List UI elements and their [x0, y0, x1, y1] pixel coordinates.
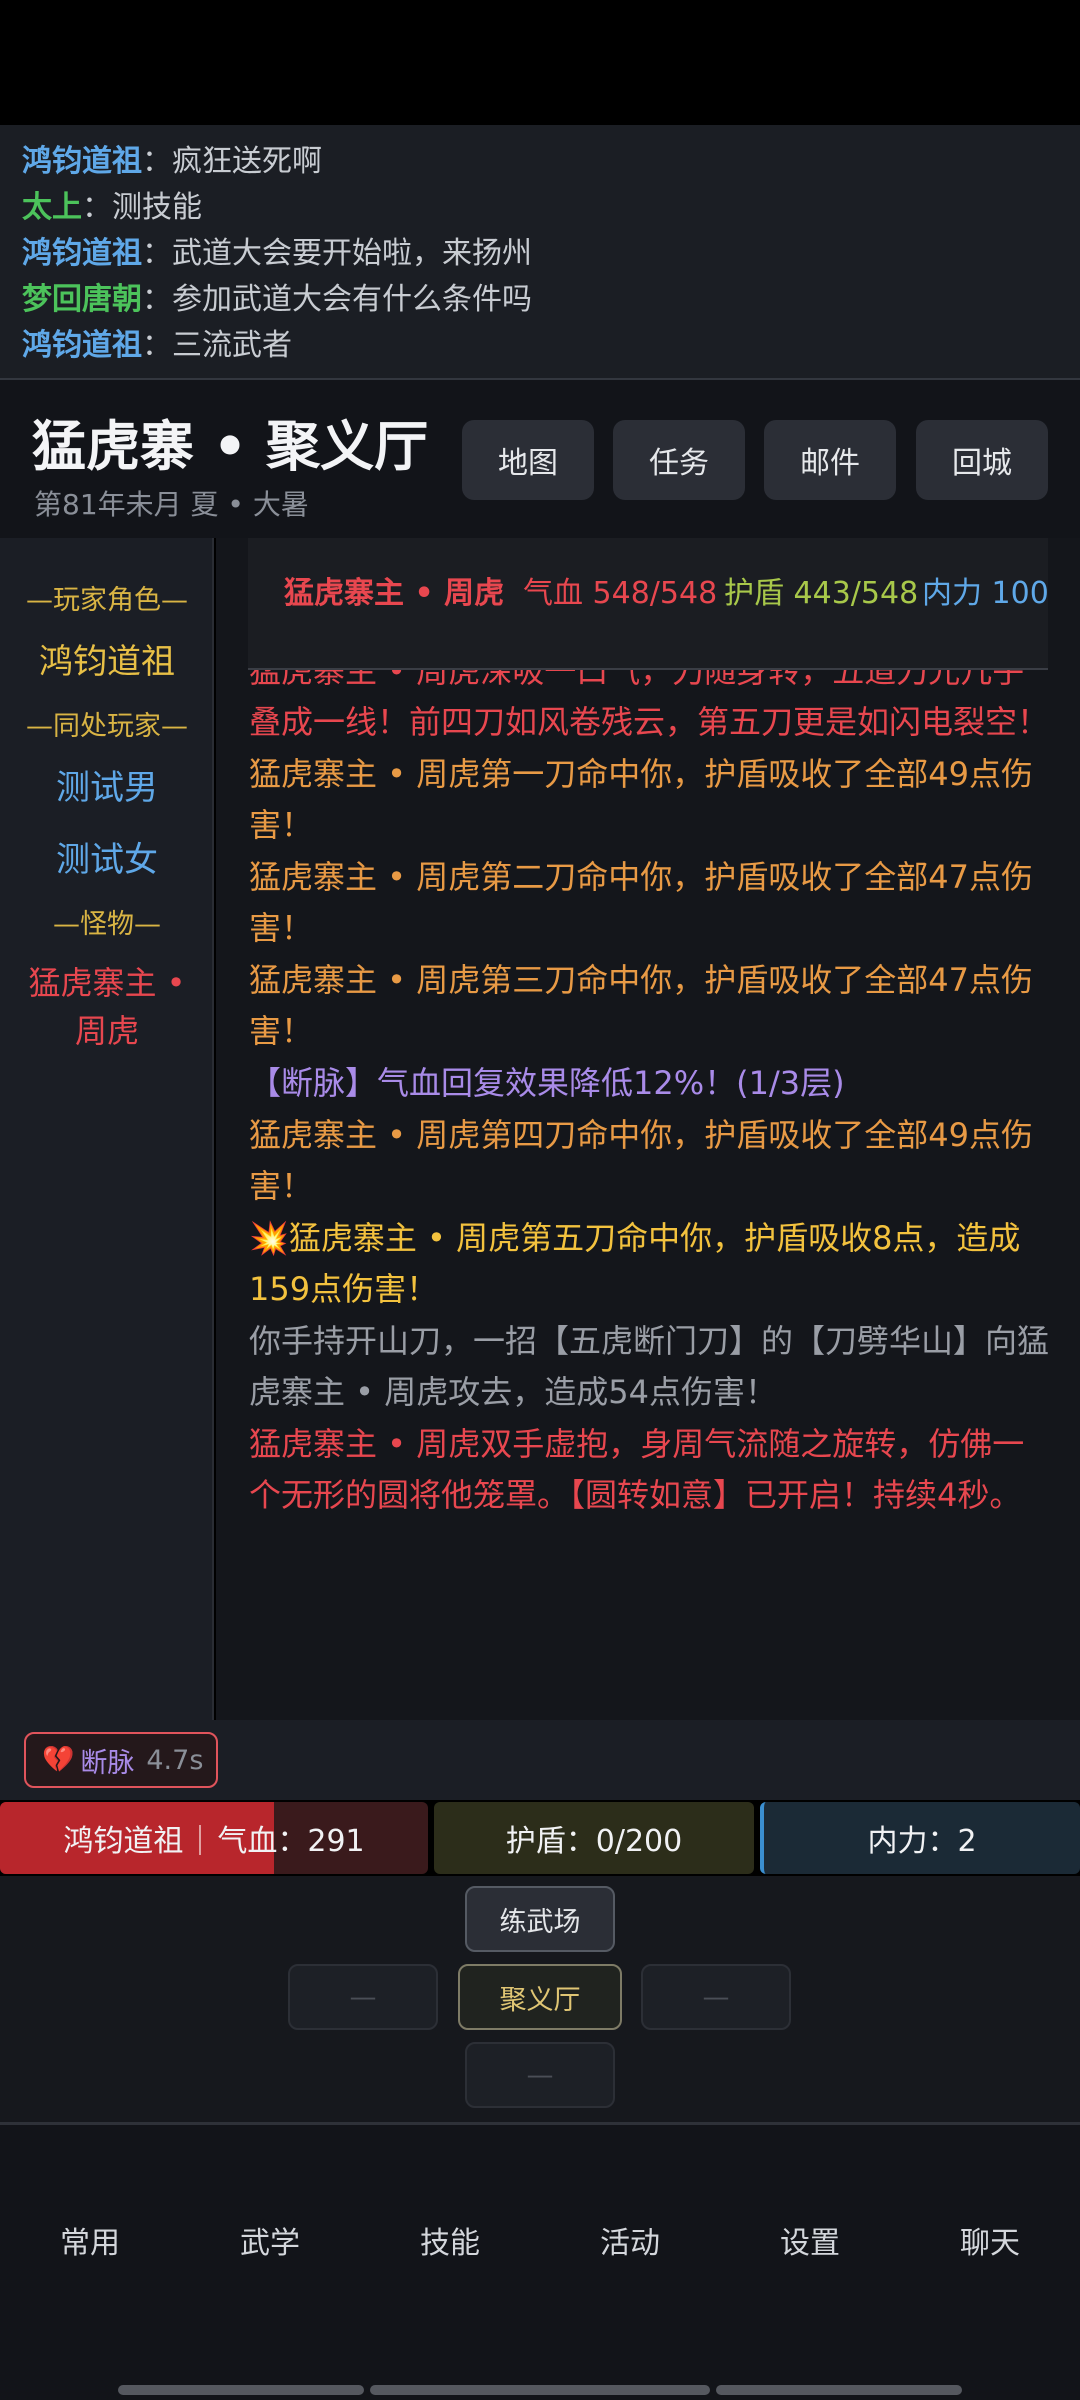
target-name: 猛虎寨主 • 周虎: [284, 576, 505, 611]
chat-sender[interactable]: 鸿钧道祖: [22, 328, 142, 363]
direction-pad: 练武场 — 聚义厅 — —: [0, 1876, 1080, 2122]
chat-panel[interactable]: 鸿钧道祖：疯狂送死啊 太上：测技能 鸿钧道祖：武道大会要开始啦，来扬州 梦回唐朝…: [0, 125, 1080, 378]
tab-chat[interactable]: 聊天: [900, 2218, 1080, 2262]
game-date: 第81年未月 夏 • 大暑: [34, 488, 309, 521]
player-shield: 护盾：0/200: [505, 1824, 683, 1859]
chat-separator: ：: [142, 236, 172, 271]
player-mp: 内力：2: [867, 1824, 977, 1859]
log-line: 猛虎寨主 • 周虎第四刀命中你，护盾吸收了全部49点伤害！: [249, 1116, 1033, 1205]
status-bar: [0, 0, 1080, 125]
target-hp: 气血 548/548: [523, 576, 718, 611]
tab-skills[interactable]: 技能: [360, 2218, 540, 2262]
player-mp-bar: 内力：2: [760, 1802, 1080, 1874]
map-button[interactable]: 地图: [462, 420, 594, 500]
chat-message: 梦回唐朝：参加武道大会有什么条件吗: [22, 277, 1058, 323]
tab-common[interactable]: 常用: [0, 2218, 180, 2262]
nearby-player[interactable]: 测试男: [0, 760, 214, 809]
log-line: 你手持开山刀，一招【五虎断门刀】的【刀劈华山】向猛虎寨主 • 周虎攻去，造成54…: [249, 1322, 1050, 1411]
exit-east-button: —: [641, 1964, 791, 2030]
scroll-indicator: [370, 2385, 710, 2395]
log-line: 💥猛虎寨主 • 周虎第五刀命中你，护盾吸收8点，造成159点伤害！: [249, 1219, 1021, 1308]
room-sidebar: —玩家角色— 鸿钧道祖 —同处玩家— 测试男 测试女 —怪物— 猛虎寨主 • 周…: [0, 538, 214, 1720]
exit-west-button: —: [288, 1964, 438, 2030]
chat-text: 三流武者: [172, 328, 292, 363]
chat-text: 测技能: [112, 190, 202, 225]
chat-text: 参加武道大会有什么条件吗: [172, 282, 532, 317]
scroll-indicator: [118, 2385, 364, 2395]
player-name[interactable]: 鸿钧道祖: [0, 634, 214, 683]
player-name-label: 鸿钧道祖: [63, 1824, 184, 1859]
chat-sender[interactable]: 太上: [22, 190, 82, 225]
debuff-name: 断脉: [80, 1747, 135, 1779]
chat-text: 武道大会要开始啦，来扬州: [172, 236, 532, 271]
monster-header: —怪物—: [53, 909, 161, 940]
player-shield-bar: 护盾：0/200: [434, 1802, 754, 1874]
log-line: 猛虎寨主 • 周虎第一刀命中你，护盾吸收了全部49点伤害！: [249, 755, 1033, 844]
log-line: 猛虎寨主 • 周虎第二刀命中你，护盾吸收了全部47点伤害！: [249, 858, 1033, 947]
bottom-tab-bar: 常用 武学 技能 活动 设置 聊天: [0, 2125, 1080, 2400]
log-line: 猛虎寨主 • 周虎双手虚抱，身周气流随之旋转，仿佛一个无形的圆将他笼罩。【圆转如…: [249, 1425, 1025, 1514]
target-mp: 内力 1000: [922, 576, 1048, 611]
exit-south-button: —: [465, 2042, 615, 2108]
chat-sender[interactable]: 梦回唐朝: [22, 282, 142, 317]
tab-martial-arts[interactable]: 武学: [180, 2218, 360, 2262]
nearby-players-header: —同处玩家—: [26, 711, 188, 742]
chat-separator: ：: [142, 282, 172, 317]
monster-name-line: 猛虎寨主 •: [28, 964, 186, 1002]
player-stats: 鸿钧道祖 气血：291 护盾：0/200 内力：2: [0, 1800, 1080, 1876]
mail-button[interactable]: 邮件: [764, 420, 896, 500]
player-hp-bar: 鸿钧道祖 气血：291: [0, 1802, 428, 1874]
quest-button[interactable]: 任务: [613, 420, 745, 500]
location-header: 猛虎寨 • 聚义厅 第81年未月 夏 • 大暑 地图 任务 邮件 回城: [0, 380, 1080, 538]
location-title: 猛虎寨 • 聚义厅: [32, 415, 429, 478]
combat-log-lines: 猛虎寨主 • 周虎深吸一口气，刀随身转，五道刀光几乎叠成一线！前四刀如风卷残云，…: [249, 646, 1049, 1522]
chat-message: 太上：测技能: [22, 185, 1058, 231]
chat-sender[interactable]: 鸿钧道祖: [22, 144, 142, 179]
target-status-bar[interactable]: 猛虎寨主 • 周虎 气血 548/548 护盾 443/548 内力 1000: [248, 538, 1048, 670]
debuff-badge[interactable]: 💔 断脉 4.7s: [24, 1732, 218, 1788]
log-line: 【断脉】气血回复效果降低12%！(1/3层): [249, 1064, 845, 1102]
nearby-player[interactable]: 测试女: [0, 832, 214, 881]
chat-message: 鸿钧道祖：武道大会要开始啦，来扬州: [22, 231, 1058, 277]
chat-message: 鸿钧道祖：三流武者: [22, 323, 1058, 369]
chat-message: 鸿钧道祖：疯狂送死啊: [22, 139, 1058, 185]
monster-name-line: 周虎: [74, 1012, 139, 1050]
tab-settings[interactable]: 设置: [720, 2218, 900, 2262]
chat-separator: ：: [82, 190, 112, 225]
chat-separator: ：: [142, 328, 172, 363]
broken-heart-icon: 💔: [42, 1745, 75, 1775]
chat-separator: ：: [142, 144, 172, 179]
target-shield: 护盾 443/548: [724, 576, 919, 611]
scroll-indicator: [716, 2385, 962, 2395]
chat-text: 疯狂送死啊: [172, 144, 322, 179]
combat-log[interactable]: …… 猛虎寨主 • 周虎深吸一口气，刀随身转，五道刀光几乎叠成一线！前四刀如风卷…: [216, 538, 1080, 1720]
return-city-button[interactable]: 回城: [916, 420, 1048, 500]
player-role-header: —玩家角色—: [26, 585, 188, 616]
tab-activities[interactable]: 活动: [540, 2218, 720, 2262]
player-hp: 气血：291: [217, 1824, 365, 1859]
exit-north-button[interactable]: 练武场: [465, 1886, 615, 1952]
log-line: 猛虎寨主 • 周虎第三刀命中你，护盾吸收了全部47点伤害！: [249, 961, 1033, 1050]
buff-row: 💔 断脉 4.7s: [0, 1720, 1080, 1800]
stat-separator: [199, 1825, 202, 1855]
current-room-button[interactable]: 聚义厅: [458, 1964, 622, 2030]
chat-sender[interactable]: 鸿钧道祖: [22, 236, 142, 271]
debuff-timer: 4.7s: [146, 1744, 204, 1776]
